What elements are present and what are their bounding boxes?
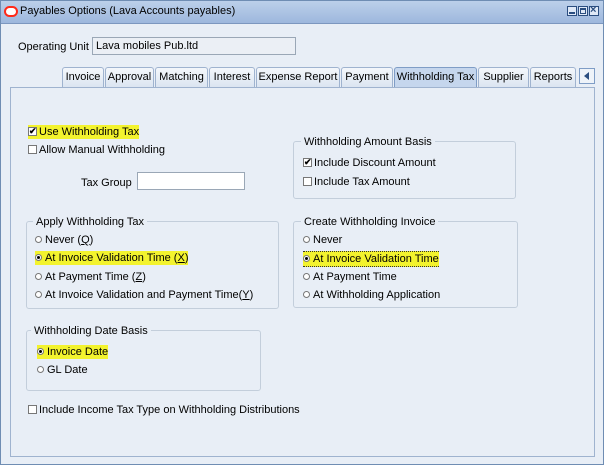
checkmark-icon: ✔ xyxy=(303,156,312,167)
operating-unit-field[interactable]: Lava mobiles Pub.ltd xyxy=(92,37,296,55)
radio-selected-icon xyxy=(303,254,310,262)
apply-withholding-tax-title: Apply Withholding Tax xyxy=(33,216,148,228)
maximize-icon[interactable] xyxy=(578,6,588,16)
radio-selected-icon xyxy=(35,253,42,261)
tab-withholding-tax[interactable]: Withholding Tax xyxy=(394,67,477,87)
tab-payment[interactable]: Payment xyxy=(341,67,393,87)
create-at-payment-radio[interactable]: At Payment Time xyxy=(303,270,397,284)
checkmark-icon: ✔ xyxy=(28,125,37,136)
radio-icon xyxy=(303,235,310,243)
create-at-invoice-validation-radio[interactable]: At Invoice Validation Time xyxy=(303,251,439,267)
apply-at-validation-and-payment-radio[interactable]: At Invoice Validation and Payment Time(Y… xyxy=(35,288,253,302)
operating-unit-label: Operating Unit xyxy=(18,41,89,53)
tax-group-field[interactable] xyxy=(137,172,245,190)
withholding-tax-panel: ✔ Use Withholding Tax Allow Manual Withho… xyxy=(10,87,595,457)
create-withholding-invoice-title: Create Withholding Invoice xyxy=(301,216,439,228)
tax-group-label: Tax Group xyxy=(81,177,132,189)
apply-at-invoice-validation-radio[interactable]: At Invoice Validation Time (X) xyxy=(35,251,189,265)
radio-icon xyxy=(303,290,310,298)
radio-icon xyxy=(35,235,42,243)
include-income-tax-type-label: Include Income Tax Type on Withholding D… xyxy=(39,404,300,416)
include-tax-amount-label: Include Tax Amount xyxy=(314,176,410,188)
withholding-date-basis-group xyxy=(26,330,261,391)
tab-matching[interactable]: Matching xyxy=(155,67,208,87)
apply-at-payment-radio[interactable]: At Payment Time (Z) xyxy=(35,270,146,284)
tab-invoice[interactable]: Invoice xyxy=(62,67,104,87)
use-withholding-tax-checkbox[interactable]: ✔ Use Withholding Tax xyxy=(28,125,140,139)
tab-scroll-left-icon[interactable] xyxy=(579,68,595,84)
withholding-amount-basis-title: Withholding Amount Basis xyxy=(301,136,435,148)
tab-supplier[interactable]: Supplier xyxy=(478,67,529,87)
include-discount-amount-checkbox[interactable]: ✔ Include Discount Amount xyxy=(303,156,436,170)
checkbox-icon xyxy=(28,144,37,154)
apply-never-radio[interactable]: Never (Q) xyxy=(35,233,93,247)
radio-icon xyxy=(35,290,42,298)
allow-manual-withholding-checkbox[interactable]: Allow Manual Withholding xyxy=(28,143,165,157)
payables-options-window: Payables Options (Lava Accounts payables… xyxy=(0,0,604,465)
radio-icon xyxy=(303,272,310,280)
checkbox-icon xyxy=(303,176,312,186)
tab-approval[interactable]: Approval xyxy=(105,67,154,87)
tab-reports[interactable]: Reports xyxy=(530,67,576,87)
create-never-radio[interactable]: Never xyxy=(303,233,342,247)
window-title: Payables Options (Lava Accounts payables… xyxy=(20,5,236,17)
withholding-date-basis-title: Withholding Date Basis xyxy=(31,325,151,337)
include-tax-amount-checkbox[interactable]: Include Tax Amount xyxy=(303,175,410,189)
withholding-amount-basis-group xyxy=(293,141,516,199)
include-discount-amount-label: Include Discount Amount xyxy=(314,157,436,169)
invoice-date-radio[interactable]: Invoice Date xyxy=(37,345,109,359)
radio-icon xyxy=(35,272,42,280)
oracle-logo-icon xyxy=(4,6,18,17)
use-withholding-tax-label: Use Withholding Tax xyxy=(39,126,140,138)
create-at-withholding-application-radio[interactable]: At Withholding Application xyxy=(303,288,440,302)
close-icon[interactable] xyxy=(589,3,599,17)
gl-date-radio[interactable]: GL Date xyxy=(37,363,88,377)
minimize-icon[interactable] xyxy=(567,6,577,16)
checkbox-icon xyxy=(28,404,37,414)
tab-interest[interactable]: Interest xyxy=(209,67,255,87)
title-bar[interactable]: Payables Options (Lava Accounts payables… xyxy=(1,1,603,24)
radio-icon xyxy=(37,365,44,373)
include-income-tax-type-checkbox[interactable]: Include Income Tax Type on Withholding D… xyxy=(28,403,300,417)
allow-manual-withholding-label: Allow Manual Withholding xyxy=(39,144,165,156)
tab-expense-report[interactable]: Expense Report xyxy=(256,67,340,87)
radio-selected-icon xyxy=(37,347,44,355)
